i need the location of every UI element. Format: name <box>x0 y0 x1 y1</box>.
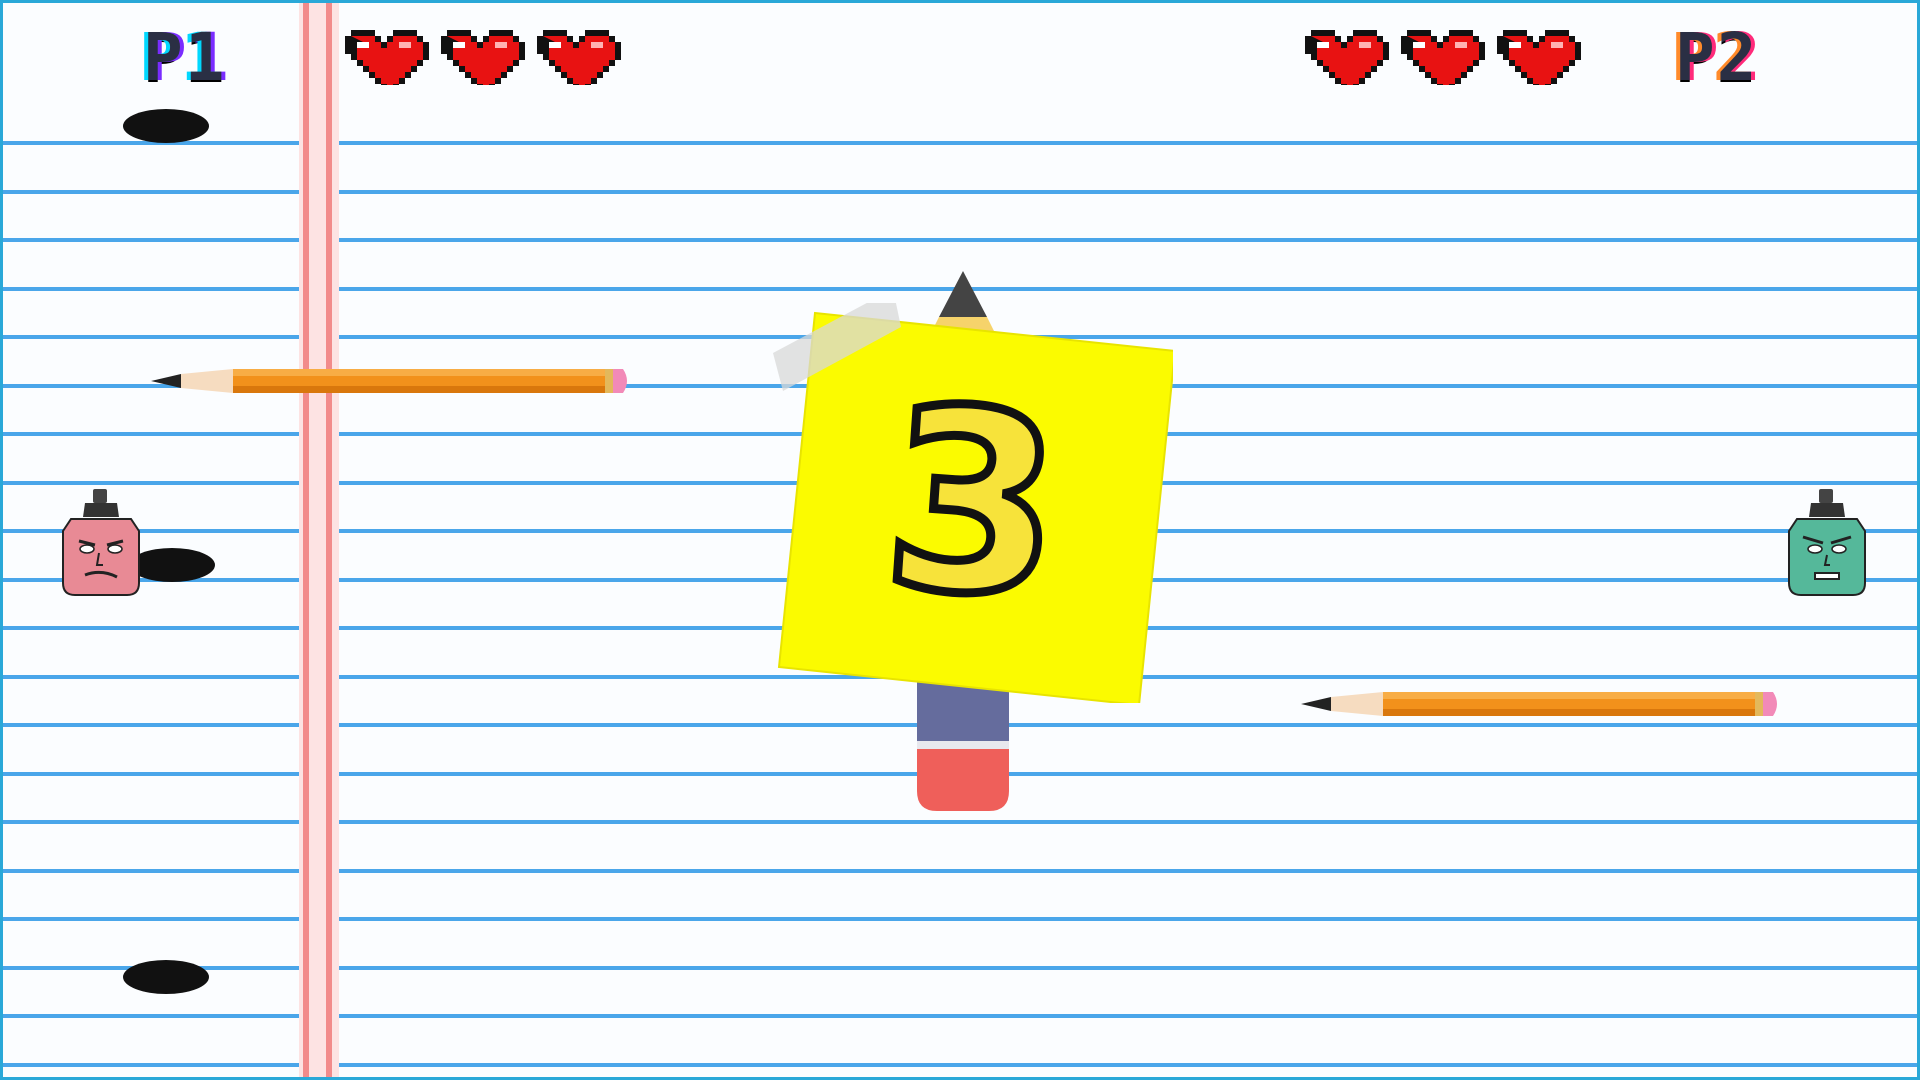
p2-lives <box>1299 29 1581 85</box>
heart-icon <box>1491 29 1581 85</box>
binder-hole-bottom <box>123 960 209 994</box>
countdown-number: 3 <box>872 347 1075 658</box>
heart-icon <box>1299 29 1389 85</box>
p1-label: P1 <box>143 19 227 96</box>
p1-lives <box>339 29 621 85</box>
ruled-line <box>3 1014 1917 1018</box>
ruled-line <box>3 1063 1917 1067</box>
countdown-sticky-note: 3 <box>773 303 1173 703</box>
p1-pencil-projectile <box>151 369 627 393</box>
ruled-line <box>3 238 1917 242</box>
pink-highlighter-face <box>62 489 140 596</box>
ruled-line <box>3 966 1917 970</box>
ruled-line <box>3 917 1917 921</box>
p2-label: P2 <box>1675 19 1759 96</box>
p2-pencil-projectile <box>1301 692 1777 716</box>
game-board: P1 P2 3 <box>0 0 1920 1080</box>
heart-icon <box>1395 29 1485 85</box>
margin-line-left <box>303 3 309 1077</box>
ruled-line <box>3 190 1917 194</box>
heart-icon <box>531 29 621 85</box>
ruled-line <box>3 869 1917 873</box>
heart-icon <box>339 29 429 85</box>
heart-icon <box>435 29 525 85</box>
ruled-line <box>3 820 1917 824</box>
ruled-line <box>3 141 1917 145</box>
binder-hole-top <box>123 109 209 143</box>
margin-line-right <box>326 3 332 1077</box>
green-highlighter-face <box>1788 489 1866 596</box>
